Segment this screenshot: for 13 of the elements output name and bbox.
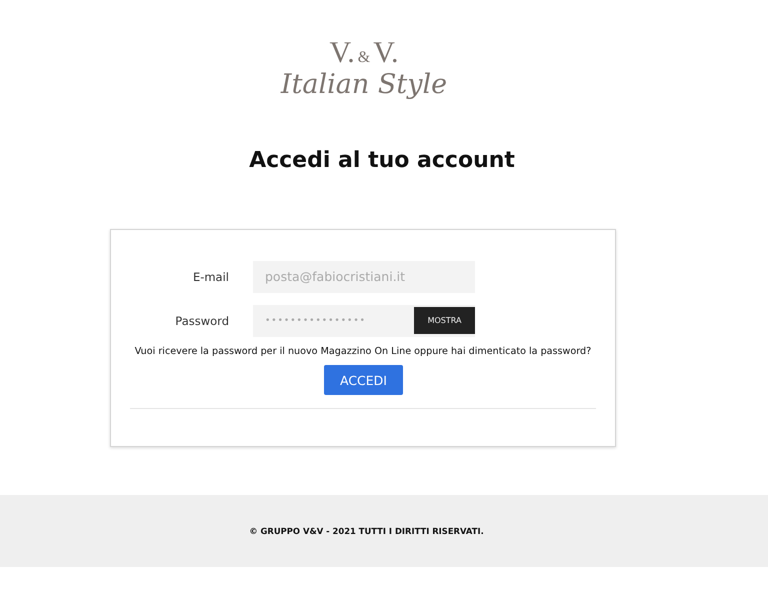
page-title: Accedi al tuo account xyxy=(248,148,516,173)
email-field[interactable]: posta@fabiocristiani.it xyxy=(253,260,475,292)
logo-text: V. xyxy=(329,38,355,68)
password-field[interactable]: •••••••••••••••• MOSTRA xyxy=(253,304,475,336)
show-password-button[interactable]: MOSTRA xyxy=(414,306,475,334)
field-label: Password xyxy=(174,314,229,328)
help-text: Vuoi ricevere la password per il nuovo Magazzino On Line oppure hai dimenticato la password? xyxy=(134,346,592,357)
field-label: E-mail xyxy=(192,270,229,284)
login-button[interactable]: ACCEDI xyxy=(324,365,403,395)
logo-text: V. xyxy=(373,38,399,68)
logo-text: & xyxy=(358,49,370,67)
logo-tagline: Italian Style xyxy=(280,70,448,100)
copyright-text: © GRUPPO V&V - 2021 TUTTI I DIRITTI RISERVATI. xyxy=(249,526,484,536)
